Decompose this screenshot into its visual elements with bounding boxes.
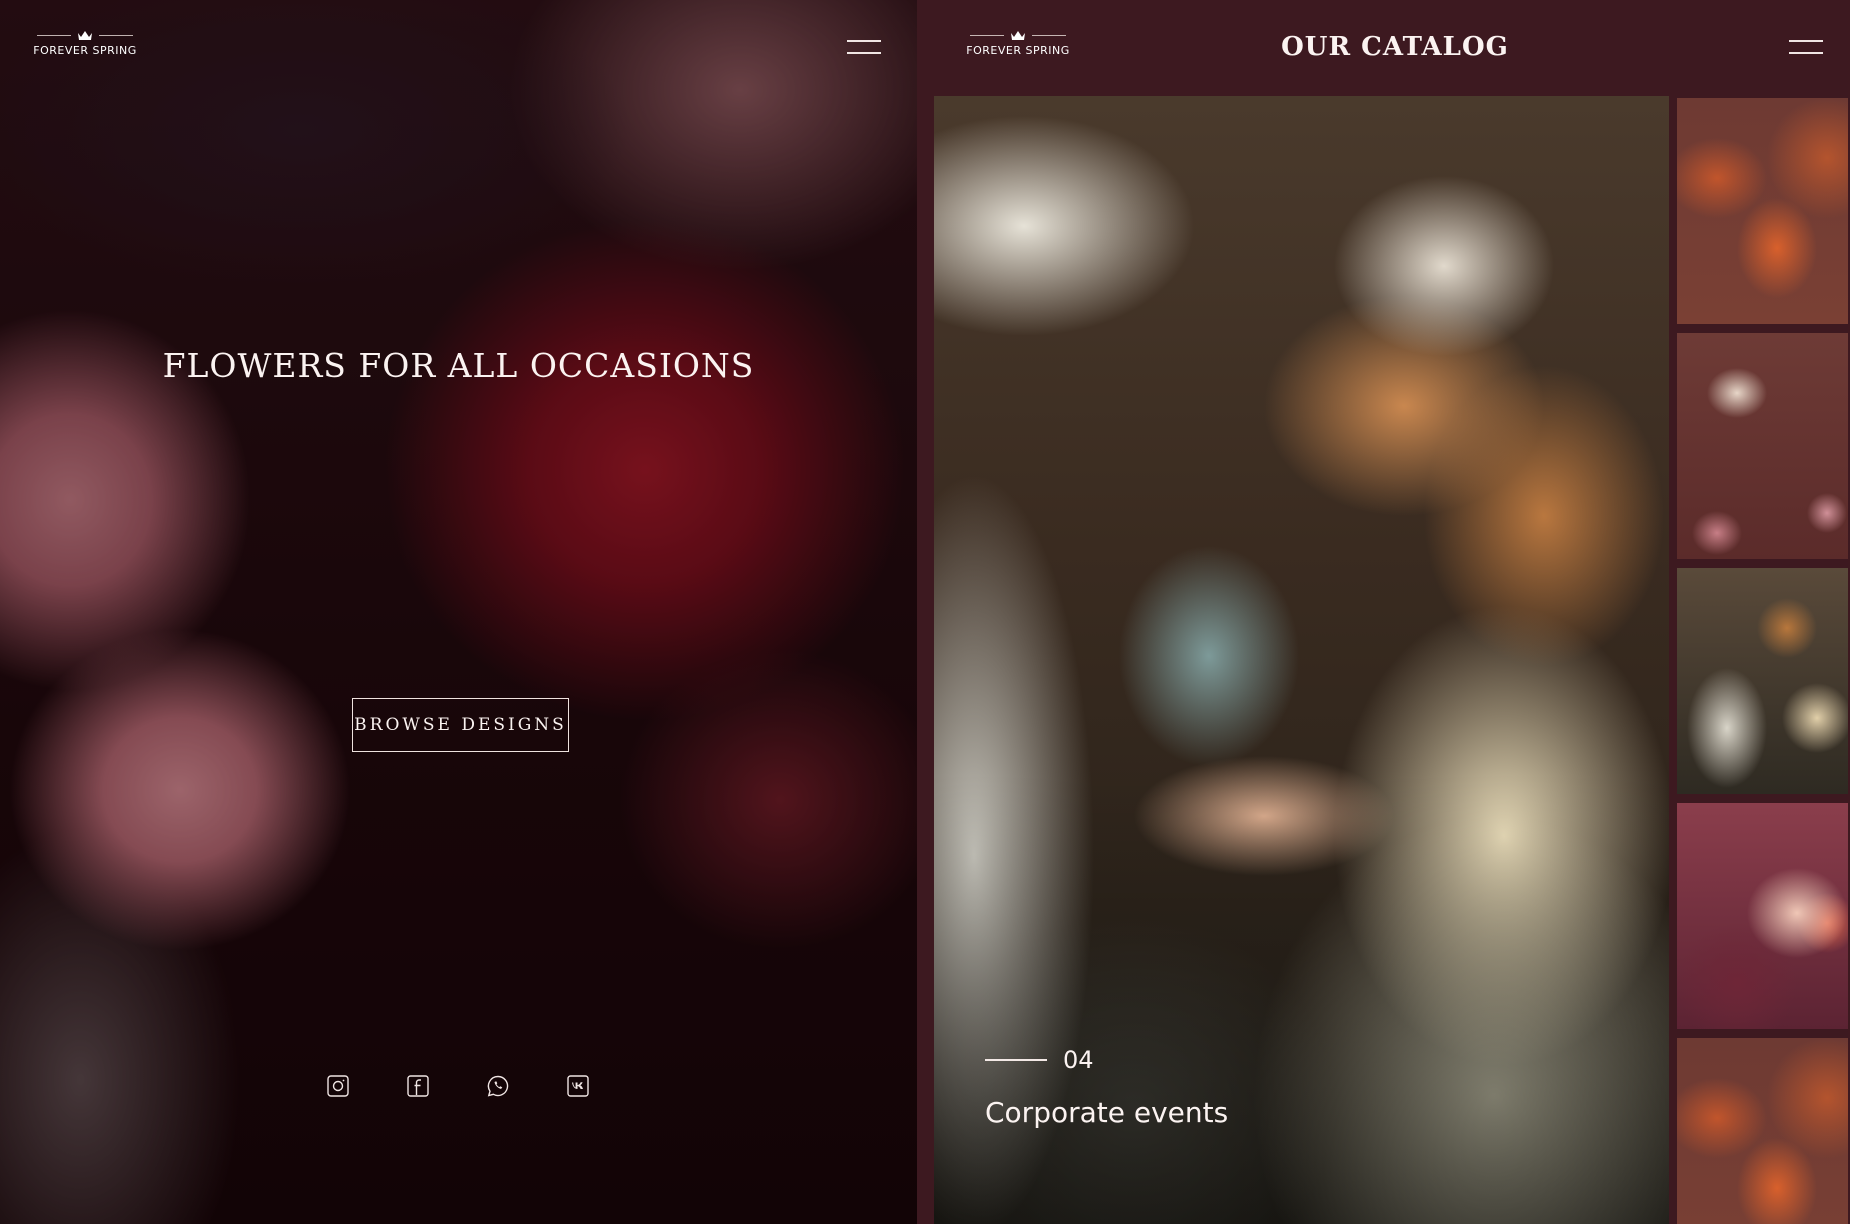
catalog-thumbnails bbox=[1675, 96, 1850, 1224]
facebook-icon[interactable] bbox=[406, 1074, 430, 1098]
catalog-header: FOREVER SPRING OUR CATALOG bbox=[917, 0, 1850, 96]
instagram-icon[interactable] bbox=[326, 1074, 350, 1098]
slide-divider bbox=[985, 1059, 1047, 1061]
thumbnail-tulips[interactable] bbox=[1675, 1036, 1850, 1224]
catalog-title: OUR CATALOG bbox=[1281, 32, 1509, 62]
catalog-main-slide[interactable]: 04 Corporate events bbox=[934, 96, 1669, 1224]
social-links bbox=[326, 1074, 590, 1098]
thumbnail-tulips[interactable] bbox=[1675, 96, 1850, 326]
brand-name: FOREVER SPRING bbox=[33, 44, 137, 57]
slide-info: 04 Corporate events bbox=[985, 1046, 1228, 1129]
thumbnail-bouquet[interactable] bbox=[1675, 801, 1850, 1031]
hero-panel: FOREVER SPRING FLOWERS FOR ALL OCCASIONS… bbox=[0, 0, 917, 1224]
thumbnail-event-hall[interactable] bbox=[1675, 566, 1850, 796]
browse-designs-button[interactable]: BROWSE DESIGNS bbox=[352, 698, 569, 752]
thumbnail-tea-table[interactable] bbox=[1675, 331, 1850, 561]
menu-icon[interactable] bbox=[847, 40, 881, 54]
menu-icon[interactable] bbox=[1789, 40, 1823, 54]
slide-caption: Corporate events bbox=[985, 1096, 1229, 1129]
brand-logo[interactable]: FOREVER SPRING bbox=[30, 28, 140, 57]
hero-title: FLOWERS FOR ALL OCCASIONS bbox=[162, 346, 755, 385]
slide-number: 04 bbox=[1063, 1046, 1094, 1074]
vk-icon[interactable] bbox=[566, 1074, 590, 1098]
catalog-panel: FOREVER SPRING OUR CATALOG 04 Corporate … bbox=[917, 0, 1850, 1224]
whatsapp-icon[interactable] bbox=[486, 1074, 510, 1098]
crown-icon bbox=[78, 30, 92, 40]
